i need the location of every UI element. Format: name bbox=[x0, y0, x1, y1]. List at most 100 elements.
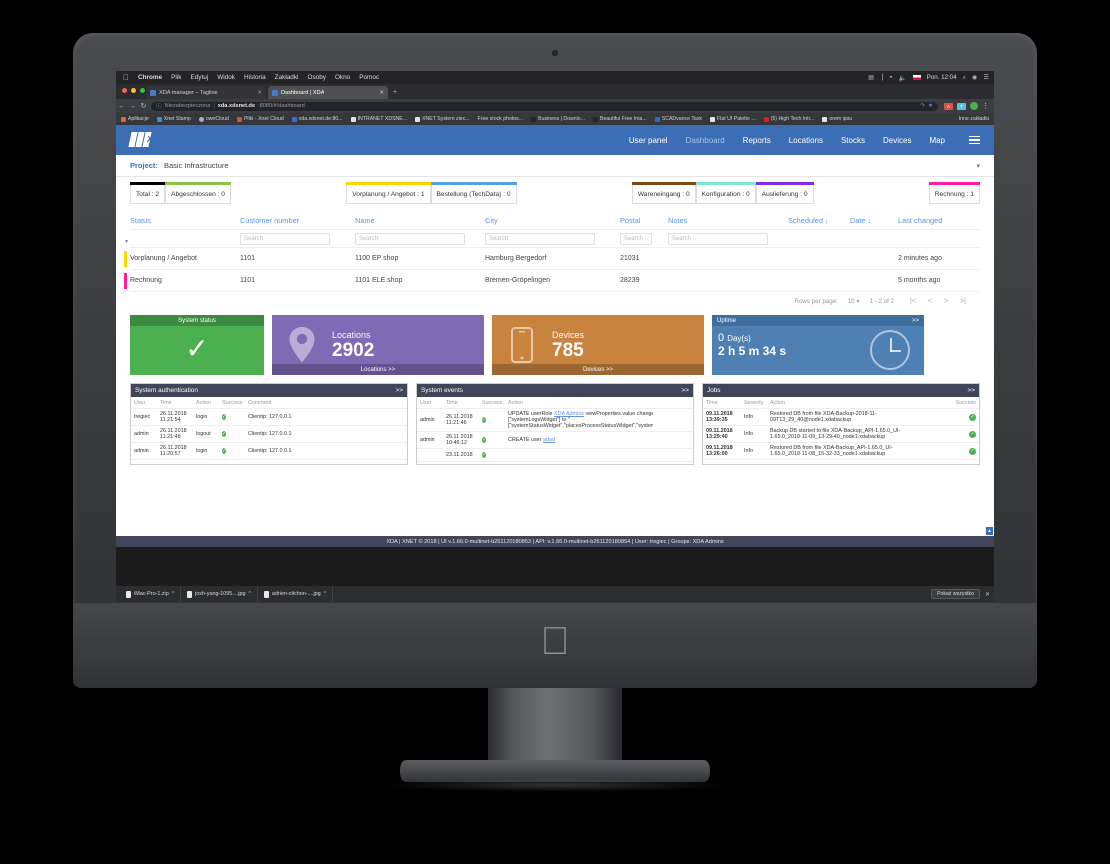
bookmark-item[interactable]: ownCloud bbox=[198, 116, 229, 122]
chevron-down-icon[interactable]: ▾ bbox=[976, 162, 980, 170]
column-header-postal[interactable]: Postal bbox=[620, 216, 668, 225]
control-center-icon[interactable]: ☰ bbox=[983, 74, 989, 81]
kpi-devices[interactable]: Devices 785 Devices >> bbox=[492, 315, 704, 375]
column-header-customer-number[interactable]: Customer number bbox=[240, 216, 355, 225]
keyboard-language-icon[interactable] bbox=[912, 75, 921, 80]
menubar-item-plik[interactable]: Plik bbox=[171, 74, 181, 81]
kpi-more-link[interactable]: >> bbox=[912, 318, 919, 324]
close-window-icon[interactable] bbox=[122, 88, 127, 93]
close-downloads-bar-icon[interactable]: ✕ bbox=[985, 591, 990, 598]
bookmark-item[interactable]: INTRANET XDSNE... bbox=[350, 116, 407, 122]
status-chip-konfiguration[interactable]: Konfiguration : 0 bbox=[695, 182, 756, 204]
bookmark-item[interactable]: Xnet Stamp bbox=[156, 116, 191, 122]
nav-item-user-panel[interactable]: User panel bbox=[629, 136, 668, 145]
status-chip-auslieferung[interactable]: Auslieferung : 0 bbox=[755, 182, 814, 204]
bookmark-item[interactable]: Flat UI Palette ... bbox=[710, 116, 756, 122]
siri-icon[interactable]: ◉ bbox=[972, 74, 977, 81]
share-icon[interactable]: ↷ bbox=[920, 103, 925, 109]
notes-search-input[interactable]: Search bbox=[668, 232, 768, 245]
extension-icon[interactable]: A bbox=[944, 102, 953, 110]
menubar-item-pomoc[interactable]: Pomoc bbox=[359, 74, 379, 81]
menubar-item-historia[interactable]: Historia bbox=[244, 74, 266, 81]
name-search-input[interactable]: Search bbox=[355, 232, 465, 245]
tab-close-icon[interactable]: ✕ bbox=[379, 90, 384, 96]
status-chip-abgeschlossen[interactable]: Abgeschlossen : 0 bbox=[165, 182, 231, 204]
menubar-item-osoby[interactable]: Osoby bbox=[307, 74, 325, 81]
minimize-window-icon[interactable] bbox=[131, 88, 136, 93]
column-header-name[interactable]: Name bbox=[355, 216, 485, 225]
bluetooth-icon[interactable]: ⎟ bbox=[880, 74, 883, 81]
download-item[interactable]: iMac-Pro-1.zip ^ bbox=[120, 586, 182, 602]
last-page-button[interactable]: >| bbox=[960, 298, 966, 305]
tab-close-icon[interactable]: ✕ bbox=[257, 90, 262, 96]
table-row[interactable]: Vorplanung / Angebot 1101 1100 EP shop H… bbox=[124, 248, 980, 270]
nav-item-stocks[interactable]: Stocks bbox=[841, 136, 865, 145]
bookmark-item[interactable]: Business | Downlo... bbox=[531, 116, 585, 122]
column-header-scheduled[interactable]: Scheduled ↓ bbox=[788, 216, 850, 225]
show-all-downloads-button[interactable]: Pokaż wszystko bbox=[931, 589, 980, 599]
action-link[interactable]: adad bbox=[543, 437, 555, 443]
table-row[interactable]: Rechnung 1101 1101 ELE shop Bremen-Gröpe… bbox=[124, 270, 980, 292]
address-bar[interactable]: ⓘ Niezabezpieczona | xda.xdsnet.de :8080… bbox=[151, 101, 938, 111]
kpi-uptime[interactable]: Uptime >> 0 Day(s) 2 h 5 m 34 s bbox=[712, 315, 924, 375]
other-bookmarks-button[interactable]: Inne zakładki bbox=[957, 116, 989, 122]
column-header-status[interactable]: Status bbox=[130, 216, 240, 225]
prev-page-button[interactable]: < bbox=[928, 298, 932, 305]
forward-icon[interactable]: → bbox=[127, 103, 138, 110]
panel-row[interactable]: admin 26.11.2018 11:21:46 ✓ UPDATE userR… bbox=[417, 409, 693, 432]
menubar-item-widok[interactable]: Widok bbox=[217, 74, 235, 81]
bookmark-star-icon[interactable]: ★ bbox=[928, 103, 933, 109]
bookmark-item[interactable]: Free stock photos... bbox=[478, 116, 524, 122]
browser-tab-inactive[interactable]: XDA manager – Tagline ✕ bbox=[146, 86, 266, 99]
screen-share-icon[interactable]: ▤ bbox=[868, 74, 874, 81]
panel-row[interactable]: 23.11.2018 ✓ bbox=[417, 449, 693, 462]
status-chip-rechnung[interactable]: Rechnung : 1 bbox=[928, 182, 981, 204]
search-icon[interactable]: ⌕ bbox=[963, 74, 966, 82]
menubar-clock[interactable]: Pon. 12:04 bbox=[927, 74, 957, 81]
panel-row[interactable]: admin 26.11.2018 11:20:57 login ✓ Client… bbox=[131, 443, 407, 460]
first-page-button[interactable]: |< bbox=[910, 298, 916, 305]
browser-tab-active[interactable]: Dashboard | XDA ✕ bbox=[268, 86, 388, 99]
panel-row[interactable]: 09.11.2018 13:39:35 Info Restored DB fro… bbox=[703, 409, 979, 426]
panel-more-link[interactable]: >> bbox=[968, 387, 975, 394]
bookmark-item[interactable]: Aplikacje bbox=[121, 116, 149, 122]
nav-item-reports[interactable]: Reports bbox=[743, 136, 771, 145]
panel-row[interactable]: 09.11.2018 13:26:00 Info Restored DB fro… bbox=[703, 443, 979, 460]
column-header-date[interactable]: Date ↓ bbox=[850, 216, 898, 225]
bookmark-item[interactable]: XNET System ziec... bbox=[415, 116, 470, 122]
menubar-item-okno[interactable]: Okno bbox=[335, 74, 350, 81]
chrome-menu-icon[interactable]: ⋮ bbox=[982, 102, 989, 110]
nav-item-map[interactable]: Map bbox=[929, 136, 945, 145]
xda-logo[interactable]: XDA bbox=[128, 130, 163, 150]
kpi-system-status[interactable]: System status ✓ bbox=[130, 315, 264, 375]
column-header-city[interactable]: City bbox=[485, 216, 620, 225]
panel-row[interactable]: admin 26.11.2018 10:46:12 ✓ CREATE user … bbox=[417, 432, 693, 449]
download-item[interactable]: adrien-olichon-....jpg ^ bbox=[258, 586, 334, 602]
customer-search-input[interactable]: Search bbox=[240, 232, 330, 245]
scroll-to-top-button[interactable]: ▲ bbox=[986, 527, 993, 535]
reload-icon[interactable]: ↻ bbox=[138, 102, 149, 110]
status-chip-wareneingang[interactable]: Wareneingang : 0 bbox=[631, 182, 696, 204]
maximize-window-icon[interactable] bbox=[140, 88, 145, 93]
panel-row[interactable]: 09.11.2018 13:29:40 Info Backup DB start… bbox=[703, 426, 979, 443]
kpi-footer-link[interactable]: Devices >> bbox=[492, 364, 704, 375]
column-header-notes[interactable]: Notes bbox=[668, 216, 788, 225]
panel-row[interactable]: admin 26.11.2018 11:21:48 logout ✓ Clien… bbox=[131, 426, 407, 443]
postal-search-input[interactable]: Search bbox=[620, 232, 652, 245]
kpi-locations[interactable]: Locations 2902 Locations >> bbox=[272, 315, 484, 375]
panel-more-link[interactable]: >> bbox=[682, 387, 689, 394]
kpi-footer-link[interactable]: Locations >> bbox=[272, 364, 484, 375]
nav-item-dashboard[interactable]: Dashboard bbox=[686, 136, 725, 145]
bookmark-item[interactable]: Beautiful Free Ima... bbox=[593, 116, 647, 122]
next-page-button[interactable]: > bbox=[944, 298, 948, 305]
window-traffic-lights[interactable] bbox=[122, 88, 145, 93]
menubar-item-zakladki[interactable]: Zakładki bbox=[275, 74, 299, 81]
panel-row[interactable]: tregiec 26.11.2018 11:21:54 login ✓ Clie… bbox=[131, 409, 407, 426]
download-item[interactable]: josh-yang-1095....jpg ^ bbox=[181, 586, 258, 602]
menubar-item-chrome[interactable]: Chrome bbox=[138, 74, 162, 81]
bookmark-item[interactable]: Pliki - Xnet Cloud bbox=[236, 116, 284, 122]
menubar-item-edytuj[interactable]: Edytuj bbox=[190, 74, 208, 81]
column-header-last-changed[interactable]: Last changed bbox=[898, 216, 980, 225]
nav-item-locations[interactable]: Locations bbox=[789, 136, 823, 145]
panel-more-link[interactable]: >> bbox=[396, 387, 403, 394]
